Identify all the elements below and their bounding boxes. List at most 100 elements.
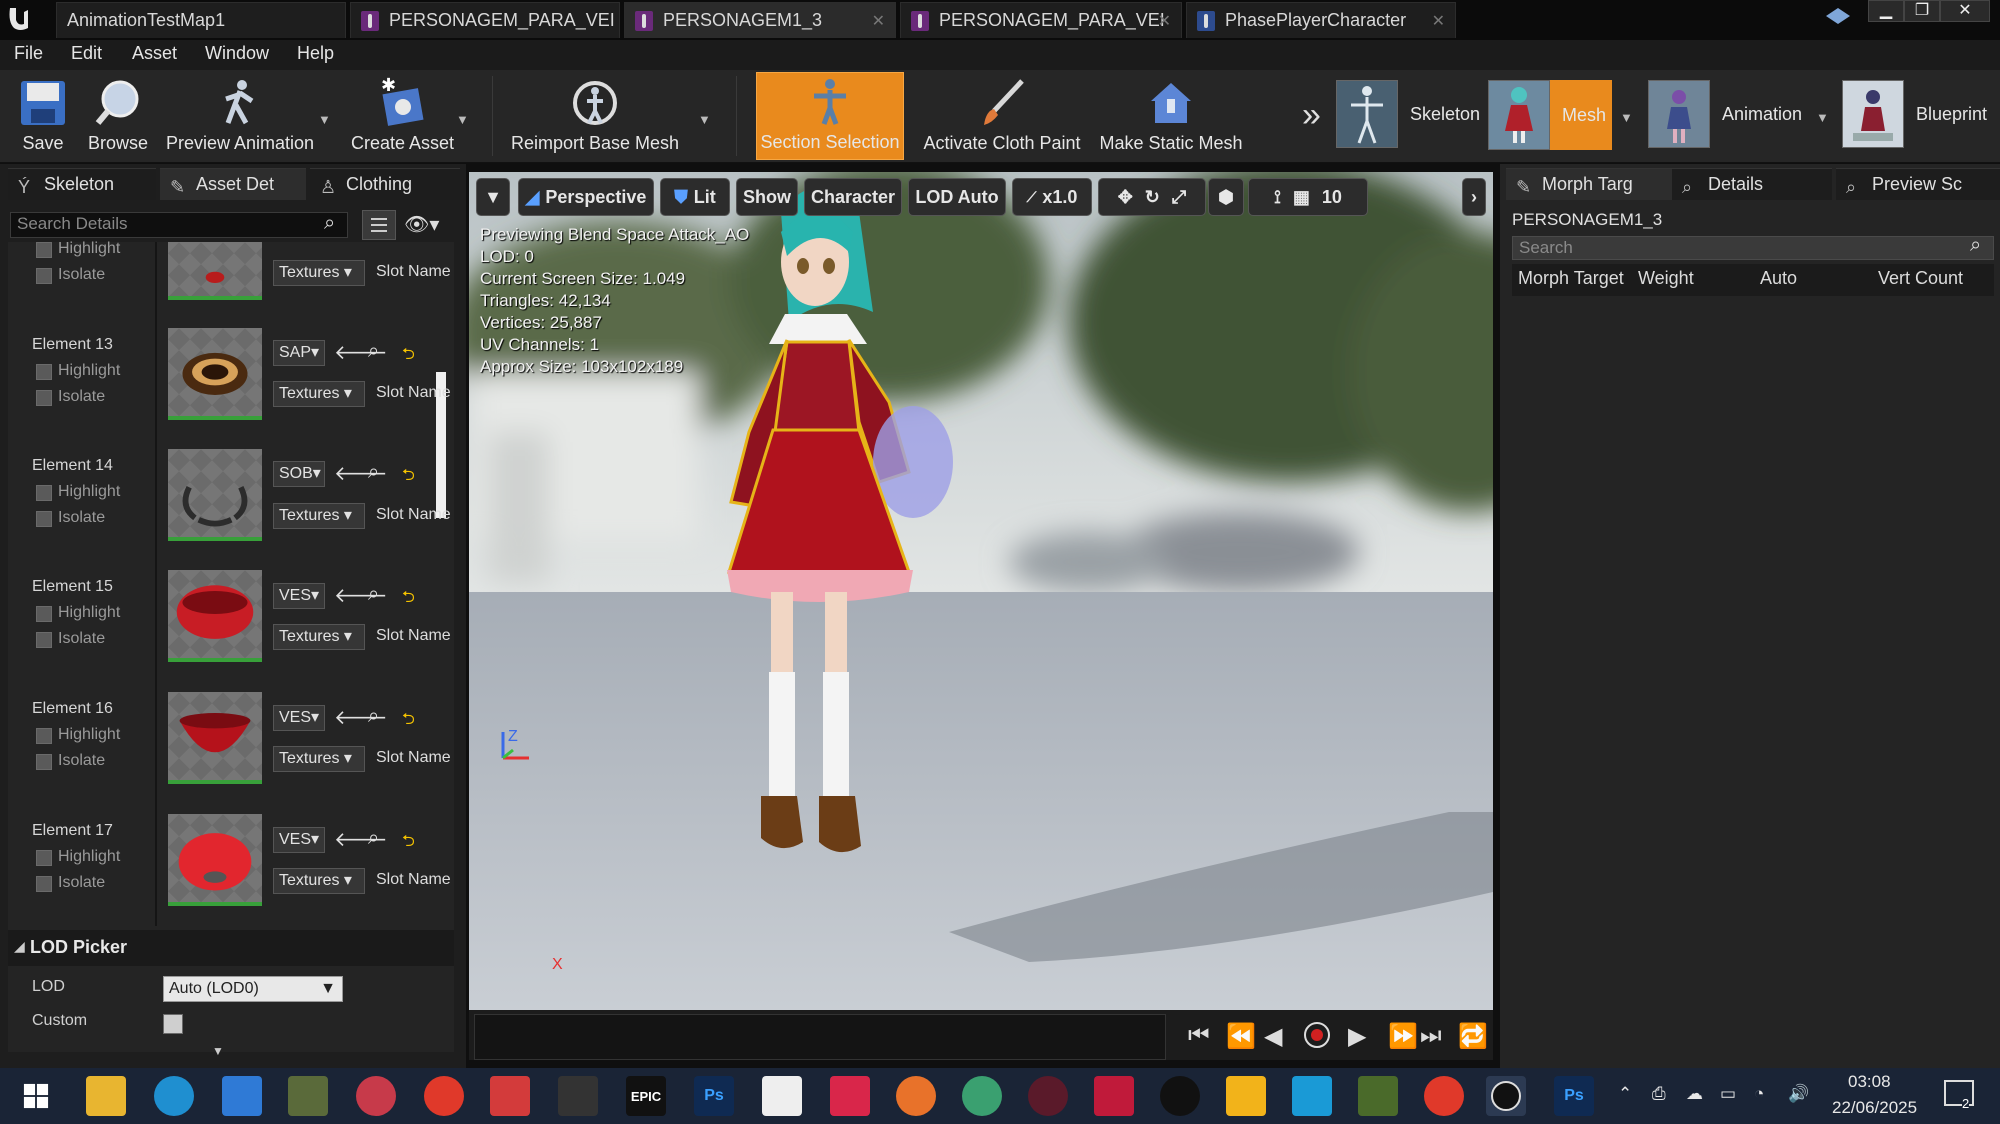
epic-games-icon[interactable]: EPIC [626, 1076, 666, 1116]
browse-button[interactable]: Browse [82, 72, 154, 160]
rotate-icon[interactable]: ↻ [1145, 187, 1160, 208]
battery-icon[interactable]: ▭ [1720, 1084, 1736, 1104]
isolate-checkbox[interactable] [36, 876, 52, 892]
reset-to-default-icon[interactable]: ⮌ [402, 464, 415, 491]
show-button[interactable]: Show [736, 178, 798, 216]
reimport-dropdown-icon[interactable]: ▼ [698, 112, 711, 127]
clip-app-icon[interactable] [1292, 1076, 1332, 1116]
unreal-engine-icon[interactable] [1160, 1076, 1200, 1116]
close-tab-icon[interactable]: ✕ [872, 11, 885, 31]
blender-icon[interactable] [896, 1076, 936, 1116]
custom-lod-checkbox[interactable] [163, 1014, 183, 1034]
edge-icon[interactable] [154, 1076, 194, 1116]
material-thumbnail[interactable] [168, 449, 262, 541]
highlight-checkbox[interactable] [36, 606, 52, 622]
material-thumbnail[interactable] [168, 242, 262, 300]
onedrive-cloud-icon[interactable]: ☁ [1686, 1084, 1703, 1104]
restore-button[interactable]: ❐ [1904, 0, 1940, 22]
local-world-toggle-icon[interactable]: ⬢ [1208, 178, 1244, 216]
reset-to-default-icon[interactable]: ⮌ [402, 343, 415, 370]
tab-details[interactable]: ⌕ Details [1672, 168, 1832, 200]
mode-animation[interactable]: Animation [1648, 80, 1802, 148]
browse-magnifier-icon[interactable]: ⌕ [368, 340, 379, 363]
file-explorer-icon[interactable] [86, 1076, 126, 1116]
character-button[interactable]: Character [804, 178, 902, 216]
make-static-mesh-button[interactable]: Make Static Mesh [1098, 72, 1244, 160]
translate-icon[interactable]: ✥ [1118, 187, 1133, 208]
menu-window[interactable]: Window [205, 43, 269, 64]
app-green-icon[interactable] [1358, 1076, 1398, 1116]
record-button[interactable] [1304, 1022, 1330, 1048]
property-matrix-icon[interactable] [362, 210, 396, 240]
isolate-checkbox[interactable] [36, 390, 52, 406]
notification-center-icon[interactable] [1944, 1080, 1974, 1106]
material-dropdown[interactable]: VES▾ [273, 705, 325, 731]
highlight-checkbox[interactable] [36, 364, 52, 380]
column-vert-count[interactable]: Vert Count [1878, 268, 1963, 289]
textures-dropdown[interactable]: Textures ▾ [273, 381, 365, 407]
viewport-options-button[interactable]: ▼ [476, 178, 510, 216]
reset-to-default-icon[interactable]: ⮌ [402, 586, 415, 613]
material-thumbnail[interactable] [168, 570, 262, 662]
photoshop-icon[interactable]: Ps [694, 1076, 734, 1116]
viewport-expand-icon[interactable]: › [1462, 178, 1486, 216]
play-icon[interactable]: ▶ [1348, 1022, 1366, 1051]
mega-app-icon[interactable] [490, 1076, 530, 1116]
column-weight[interactable]: Weight [1638, 268, 1694, 289]
material-dropdown[interactable]: SOB▾ [273, 461, 325, 487]
ms-store-icon[interactable] [1226, 1076, 1266, 1116]
lod-picker-header[interactable]: ◢ LOD Picker [8, 930, 454, 966]
view-options-eye-icon[interactable]: 👁▾ [404, 212, 439, 237]
marvelous-icon[interactable] [830, 1076, 870, 1116]
tab-asset-details[interactable]: ✎ Asset Det [160, 168, 306, 200]
menu-help[interactable]: Help [297, 43, 334, 64]
close-tab-icon[interactable]: ✕ [1432, 11, 1445, 31]
loop-icon[interactable]: 🔁 [1458, 1022, 1488, 1051]
preview-animation-button[interactable]: Preview Animation [160, 72, 320, 160]
app-heart2-icon[interactable] [1094, 1076, 1134, 1116]
use-selected-arrow-icon[interactable]: 🡐 [334, 461, 388, 486]
wifi-icon[interactable]: ◔ [1754, 1084, 1764, 1104]
browse-magnifier-icon[interactable]: ⌕ [368, 705, 379, 728]
photoshop-active-icon[interactable]: Ps [1554, 1076, 1594, 1116]
substance-icon[interactable] [962, 1076, 1002, 1116]
surface-snap-icon[interactable]: ⟟ [1274, 187, 1281, 208]
textures-dropdown[interactable]: Textures ▾ [273, 624, 365, 650]
reimport-base-mesh-button[interactable]: Reimport Base Mesh [508, 72, 682, 160]
zbrush-icon[interactable] [762, 1076, 802, 1116]
toolbar-overflow-button[interactable]: » [1302, 96, 1321, 135]
tab-morph-targets[interactable]: ✎ Morph Targ [1506, 168, 1680, 200]
step-forward-icon[interactable]: ⏩ [1388, 1022, 1418, 1051]
preview-viewport[interactable] [469, 172, 1493, 1010]
lod-dropdown[interactable]: Auto (LOD0) ▼ [163, 976, 343, 1002]
menu-asset[interactable]: Asset [132, 43, 177, 64]
material-thumbnail[interactable] [168, 692, 262, 784]
textures-dropdown[interactable]: Textures ▾ [273, 260, 365, 286]
browse-magnifier-icon[interactable]: ⌕ [368, 827, 379, 850]
column-auto[interactable]: Auto [1760, 268, 1797, 289]
clock-date[interactable]: 22/06/2025 [1832, 1098, 1917, 1118]
close-button[interactable]: ✕ [1940, 0, 1990, 22]
unreal-engine-active-icon[interactable] [1486, 1076, 1526, 1116]
save-button[interactable]: Save [8, 72, 78, 160]
tab-phaseplayercharacter[interactable]: PhasePlayerCharacter ✕ [1186, 2, 1456, 38]
tab-personagem1-3[interactable]: PERSONAGEM1_3 ✕ [624, 2, 896, 38]
textures-dropdown[interactable]: Textures ▾ [273, 746, 365, 772]
timeline-scrubber[interactable] [474, 1014, 1166, 1060]
grid-size-value[interactable]: 10 [1322, 187, 1342, 208]
close-tab-icon[interactable]: ✕ [1158, 11, 1171, 31]
unreal-logo-icon[interactable] [4, 2, 38, 36]
highlight-checkbox[interactable] [36, 850, 52, 866]
mail-icon[interactable] [222, 1076, 262, 1116]
windows-start-icon[interactable] [16, 1076, 56, 1116]
create-asset-button[interactable]: ✱ Create Asset [340, 72, 465, 160]
playback-speed-button[interactable]: ⟋ x1.0 [1012, 178, 1092, 216]
use-selected-arrow-icon[interactable]: 🡐 [334, 705, 388, 730]
tab-skeleton-tree[interactable]: Ý Skeleton [8, 168, 156, 200]
use-selected-arrow-icon[interactable]: 🡐 [334, 827, 388, 852]
highlight-checkbox[interactable] [36, 485, 52, 501]
perspective-button[interactable]: ◢ Perspective [518, 178, 654, 216]
chrome-icon[interactable] [424, 1076, 464, 1116]
highlight-checkbox[interactable] [36, 242, 52, 258]
textures-dropdown[interactable]: Textures ▾ [273, 868, 365, 894]
